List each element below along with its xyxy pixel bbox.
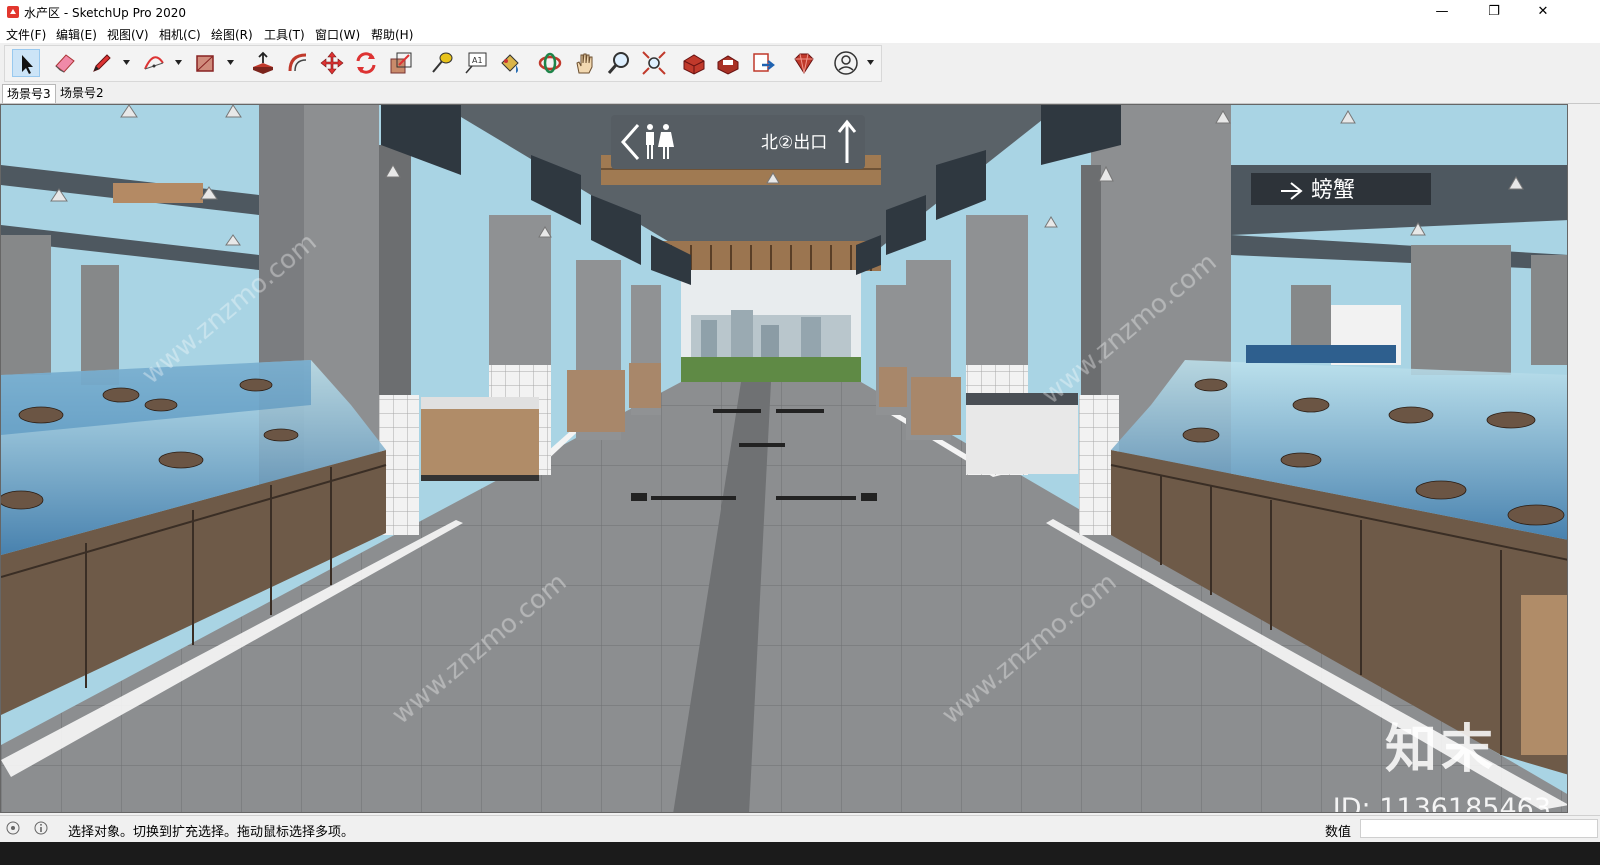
pan-icon[interactable] bbox=[571, 49, 599, 77]
viewport-side-panel bbox=[1568, 104, 1600, 813]
send-to-layout-icon[interactable] bbox=[750, 49, 778, 77]
arc-icon[interactable] bbox=[140, 49, 168, 77]
text-icon[interactable]: A1 bbox=[462, 49, 490, 77]
orbit-icon[interactable] bbox=[536, 49, 564, 77]
ruby-icon[interactable] bbox=[790, 49, 818, 77]
tab-scene-2[interactable]: 场景号2 bbox=[56, 84, 108, 102]
status-hint: 选择对象。切换到扩充选择。拖动鼠标选择多项。 bbox=[68, 825, 355, 840]
pencil-icon[interactable] bbox=[88, 49, 116, 77]
toolbar: A1 bbox=[0, 43, 1600, 83]
scale-icon[interactable] bbox=[387, 49, 415, 77]
scene-render: 螃蟹 北②出口 www.znzmo.com www.znzmo.com www.… bbox=[1, 105, 1567, 812]
menu-draw[interactable]: 绘图(R) bbox=[211, 26, 253, 43]
zoom-extents-icon[interactable] bbox=[640, 49, 668, 77]
geo-location-icon[interactable] bbox=[6, 821, 20, 835]
svg-text:A1: A1 bbox=[472, 56, 483, 65]
taskbar-strip bbox=[0, 842, 1600, 865]
warehouse-icon[interactable] bbox=[680, 49, 708, 77]
value-label: 数值 bbox=[1325, 825, 1352, 840]
menu-help[interactable]: 帮助(H) bbox=[371, 26, 413, 43]
model-viewport[interactable]: 螃蟹 北②出口 www.znzmo.com www.znzmo.com www.… bbox=[0, 104, 1568, 813]
window-title: 水产区 - SketchUp Pro 2020 bbox=[24, 6, 186, 20]
menu-edit[interactable]: 编辑(E) bbox=[56, 26, 97, 43]
sketchup-logo-icon bbox=[7, 6, 19, 18]
menu-view[interactable]: 视图(V) bbox=[107, 26, 149, 43]
minimize-button[interactable]: — bbox=[1419, 0, 1465, 24]
arc-dropdown-icon[interactable] bbox=[175, 60, 182, 66]
measurements-input[interactable] bbox=[1360, 819, 1598, 838]
watermark-id: ID: 1136185463 bbox=[1332, 793, 1551, 813]
menu-window[interactable]: 窗口(W) bbox=[315, 26, 360, 43]
title-bar: 水产区 - SketchUp Pro 2020 — ❐ ✕ bbox=[0, 0, 1600, 24]
account-dropdown-icon[interactable] bbox=[867, 60, 874, 66]
rectangle-dropdown-icon[interactable] bbox=[227, 60, 234, 66]
offset-icon[interactable] bbox=[284, 49, 312, 77]
tape-measure-icon[interactable] bbox=[428, 49, 456, 77]
menu-tools[interactable]: 工具(T) bbox=[264, 26, 305, 43]
rotate-icon[interactable] bbox=[352, 49, 380, 77]
watermark-brand: 知末 bbox=[1384, 720, 1497, 780]
zoom-icon[interactable] bbox=[605, 49, 633, 77]
close-button[interactable]: ✕ bbox=[1520, 0, 1566, 24]
status-bar: 选择对象。切换到扩充选择。拖动鼠标选择多项。 数值 bbox=[0, 815, 1600, 842]
account-icon[interactable] bbox=[832, 49, 860, 77]
maximize-button[interactable]: ❐ bbox=[1471, 0, 1517, 24]
north-exit-text: 北②出口 bbox=[761, 133, 827, 153]
menu-file[interactable]: 文件(F) bbox=[6, 26, 46, 43]
paint-bucket-icon[interactable] bbox=[496, 49, 524, 77]
move-icon[interactable] bbox=[318, 49, 346, 77]
extension-warehouse-icon[interactable] bbox=[714, 49, 742, 77]
menu-camera[interactable]: 相机(C) bbox=[159, 26, 201, 43]
select-icon[interactable] bbox=[12, 49, 40, 77]
eraser-icon[interactable] bbox=[51, 49, 79, 77]
info-icon[interactable] bbox=[34, 821, 48, 835]
scene-tabs: 场景号3 场景号2 bbox=[0, 83, 1600, 104]
pencil-dropdown-icon[interactable] bbox=[123, 60, 130, 66]
rectangle-icon[interactable] bbox=[192, 49, 220, 77]
crab-sign-text: 螃蟹 bbox=[1311, 178, 1355, 203]
push-pull-icon[interactable] bbox=[249, 49, 277, 77]
menu-bar: 文件(F) 编辑(E) 视图(V) 相机(C) 绘图(R) 工具(T) 窗口(W… bbox=[0, 24, 1600, 43]
tab-scene-3[interactable]: 场景号3 bbox=[2, 84, 56, 103]
